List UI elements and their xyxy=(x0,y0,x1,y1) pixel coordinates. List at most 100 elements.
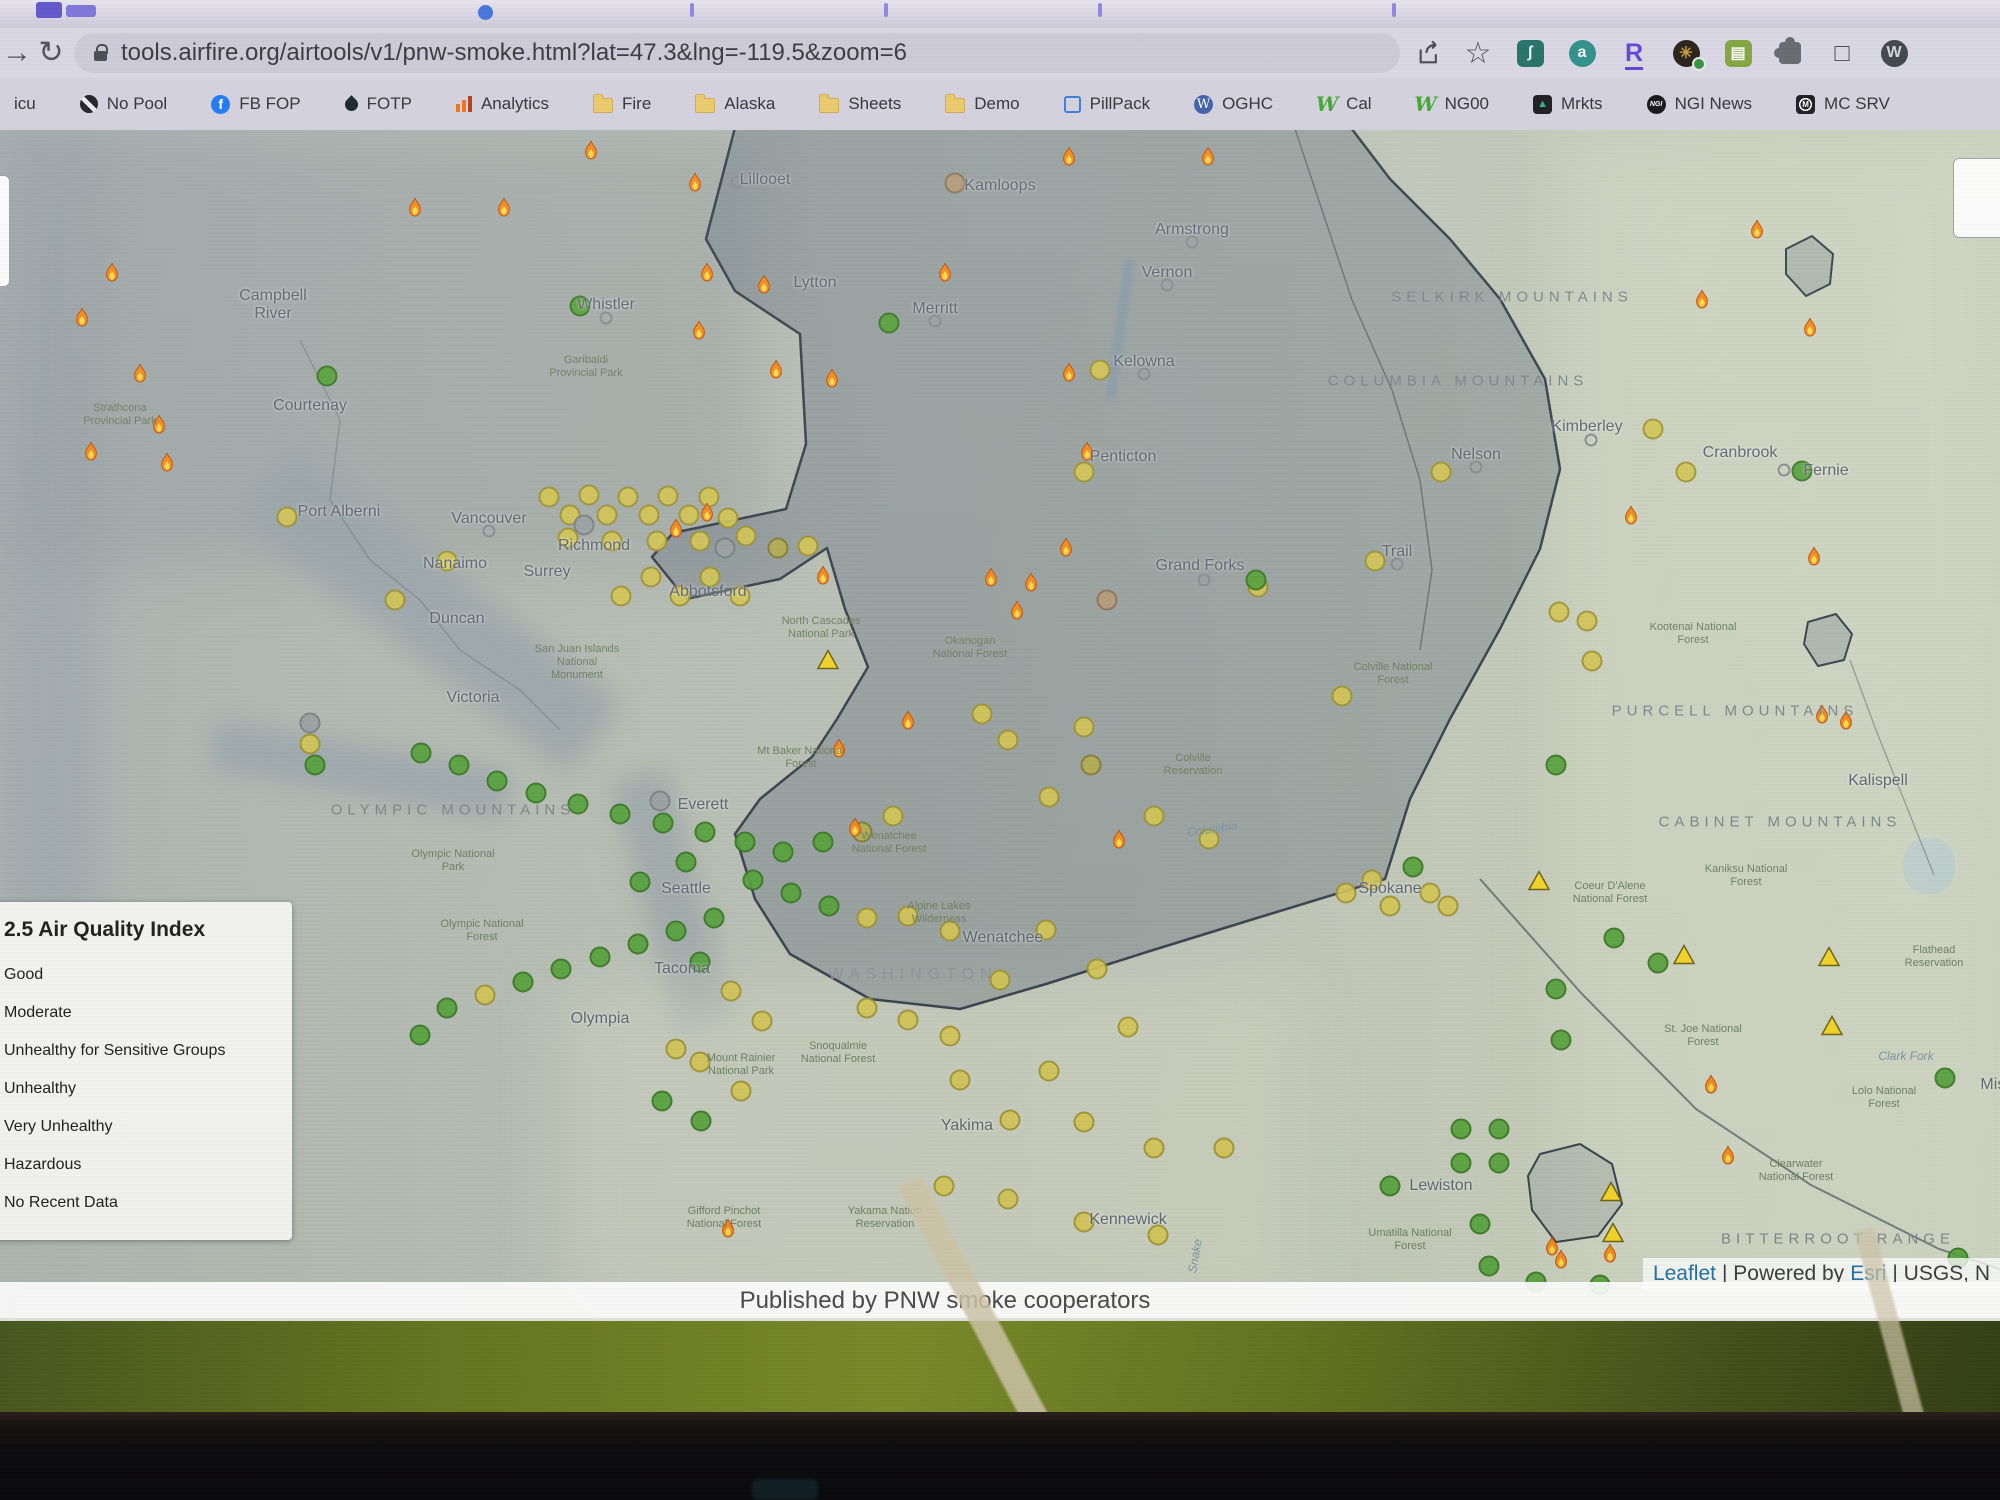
aqi-monitor-dot-g[interactable] xyxy=(743,870,764,891)
fire-icon[interactable] xyxy=(664,514,688,549)
address-bar[interactable]: tools.airfire.org/airtools/v1/pnw-smoke.… xyxy=(74,33,1400,73)
fire-icon[interactable] xyxy=(492,193,516,228)
aqi-monitor-dot-y[interactable] xyxy=(1214,1138,1235,1159)
warning-triangle-marker[interactable] xyxy=(1599,1181,1623,1208)
aqi-monitor-dot-g[interactable] xyxy=(1489,1119,1510,1140)
bookmark-demo[interactable]: Demo xyxy=(945,94,1019,114)
aqi-monitor-dot-g[interactable] xyxy=(1380,1176,1401,1197)
zoom-control-partial[interactable] xyxy=(0,175,10,287)
aqi-monitor-dot-y[interactable] xyxy=(940,1026,961,1047)
aqi-monitor-dot-g[interactable] xyxy=(695,822,716,843)
warning-triangle-marker[interactable] xyxy=(1817,946,1841,973)
aqi-monitor-dot-gr[interactable] xyxy=(300,713,321,734)
lock-icon[interactable] xyxy=(94,51,107,61)
aqi-monitor-dot-g[interactable] xyxy=(773,842,794,863)
aqi-monitor-dot-g[interactable] xyxy=(1935,1068,1956,1089)
aqi-monitor-dot-g[interactable] xyxy=(735,832,756,853)
browser-tab-strip[interactable] xyxy=(0,0,2000,28)
aqi-monitor-dot-y[interactable] xyxy=(277,507,298,528)
ext-r-icon[interactable]: R xyxy=(1608,33,1660,73)
aqi-monitor-dot-g[interactable] xyxy=(305,755,326,776)
aqi-monitor-dot-g[interactable] xyxy=(653,813,674,834)
aqi-monitor-dot-y[interactable] xyxy=(1087,959,1108,980)
aqi-monitor-dot-y[interactable] xyxy=(1039,787,1060,808)
aqi-monitor-dot-g[interactable] xyxy=(879,313,900,334)
aqi-monitor-dot-y[interactable] xyxy=(618,487,639,508)
aqi-monitor-dot-g[interactable] xyxy=(551,959,572,980)
aqi-monitor-dot-g[interactable] xyxy=(630,872,651,893)
aqi-monitor-dot-y[interactable] xyxy=(666,1039,687,1060)
bookmark-pillpack[interactable]: PillPack xyxy=(1064,94,1150,114)
fire-icon[interactable] xyxy=(820,364,844,399)
aqi-monitor-dot-y[interactable] xyxy=(883,806,904,827)
aqi-monitor-dot-y[interactable] xyxy=(1549,602,1570,623)
aqi-monitor-dot-y[interactable] xyxy=(950,1070,971,1091)
bookmark-alaska[interactable]: Alaska xyxy=(695,94,775,114)
aqi-monitor-dot-y[interactable] xyxy=(641,567,662,588)
warning-triangle-marker[interactable] xyxy=(1820,1015,1844,1042)
fire-icon[interactable] xyxy=(1057,358,1081,393)
fire-icon[interactable] xyxy=(1690,285,1714,320)
fire-icon[interactable] xyxy=(1619,501,1643,536)
aqi-monitor-dot-y[interactable] xyxy=(1118,1017,1139,1038)
aqi-monitor-dot-y[interactable] xyxy=(385,590,406,611)
aqi-monitor-dot-y[interactable] xyxy=(1074,717,1095,738)
bookmark-fire[interactable]: Fire xyxy=(593,94,651,114)
aqi-monitor-dot-y[interactable] xyxy=(898,1010,919,1031)
fire-icon[interactable] xyxy=(579,136,603,171)
aqi-monitor-dot-g[interactable] xyxy=(513,972,534,993)
bookmark-star-icon[interactable]: ☆ xyxy=(1456,33,1500,73)
url-text[interactable]: tools.airfire.org/airtools/v1/pnw-smoke.… xyxy=(121,39,907,67)
fire-icon[interactable] xyxy=(695,258,719,293)
aqi-monitor-dot-y[interactable] xyxy=(736,526,757,547)
aqi-monitor-dot-g[interactable] xyxy=(411,743,432,764)
fire-icon[interactable] xyxy=(1802,542,1826,577)
fire-icon[interactable] xyxy=(1005,596,1029,631)
aqi-monitor-dot-g[interactable] xyxy=(652,1091,673,1112)
aqi-monitor-dot-y[interactable] xyxy=(1431,462,1452,483)
fire-icon[interactable] xyxy=(403,193,427,228)
aqi-monitor-dot-g[interactable] xyxy=(1546,755,1567,776)
aqi-monitor-dot-g[interactable] xyxy=(628,934,649,955)
bookmark-mc-srv[interactable]: MMC SRV xyxy=(1796,94,1890,114)
aqi-monitor-dot-y[interactable] xyxy=(1438,896,1459,917)
bookmark-ng00[interactable]: WNG00 xyxy=(1416,94,1489,114)
fire-icon[interactable] xyxy=(1196,142,1220,177)
aqi-monitor-dot-g[interactable] xyxy=(317,366,338,387)
aqi-monitor-dot-y[interactable] xyxy=(1074,1112,1095,1133)
aqi-monitor-dot-y[interactable] xyxy=(1332,686,1353,707)
fire-icon[interactable] xyxy=(687,316,711,351)
fire-icon[interactable] xyxy=(1699,1070,1723,1105)
aqi-monitor-dot-g[interactable] xyxy=(813,832,834,853)
aqi-monitor-dot-g[interactable] xyxy=(437,998,458,1019)
aqi-monitor-dot-o[interactable] xyxy=(768,538,789,559)
aqi-monitor-dot-y[interactable] xyxy=(611,586,632,607)
aqi-monitor-dot-y[interactable] xyxy=(1336,883,1357,904)
share-icon[interactable] xyxy=(1408,33,1452,73)
aqi-monitor-dot-y[interactable] xyxy=(721,981,742,1002)
aqi-monitor-dot-g[interactable] xyxy=(449,755,470,776)
aqi-monitor-dot-y[interactable] xyxy=(857,998,878,1019)
aqi-monitor-dot-g[interactable] xyxy=(410,1025,431,1046)
aqi-monitor-dot-y[interactable] xyxy=(1000,1110,1021,1131)
aqi-monitor-dot-g[interactable] xyxy=(1489,1153,1510,1174)
fire-icon[interactable] xyxy=(764,355,788,390)
aqi-monitor-dot-g[interactable] xyxy=(666,921,687,942)
aqi-monitor-dot-y[interactable] xyxy=(1577,611,1598,632)
aqi-monitor-dot-g[interactable] xyxy=(1246,570,1267,591)
fire-icon[interactable] xyxy=(1057,142,1081,177)
aqi-monitor-dot-y[interactable] xyxy=(998,1189,1019,1210)
aqi-monitor-dot-y[interactable] xyxy=(1380,896,1401,917)
aqi-monitor-dot-y[interactable] xyxy=(934,1176,955,1197)
aqi-monitor-dot-g[interactable] xyxy=(691,1111,712,1132)
bookmark-fb-fop[interactable]: fFB FOP xyxy=(211,94,300,114)
ext-profile-icon[interactable]: W xyxy=(1868,33,1920,73)
bookmark-ngi-news[interactable]: NGINGI News xyxy=(1647,94,1752,114)
aqi-monitor-dot-g[interactable] xyxy=(819,896,840,917)
fire-icon[interactable] xyxy=(79,437,103,472)
fire-icon[interactable] xyxy=(1107,825,1131,860)
ext-pattern-icon[interactable]: ✳ xyxy=(1660,33,1712,73)
ext-puzzle-icon[interactable] xyxy=(1764,33,1816,73)
aqi-monitor-dot-t[interactable] xyxy=(945,173,966,194)
fire-icon[interactable] xyxy=(1745,215,1769,250)
